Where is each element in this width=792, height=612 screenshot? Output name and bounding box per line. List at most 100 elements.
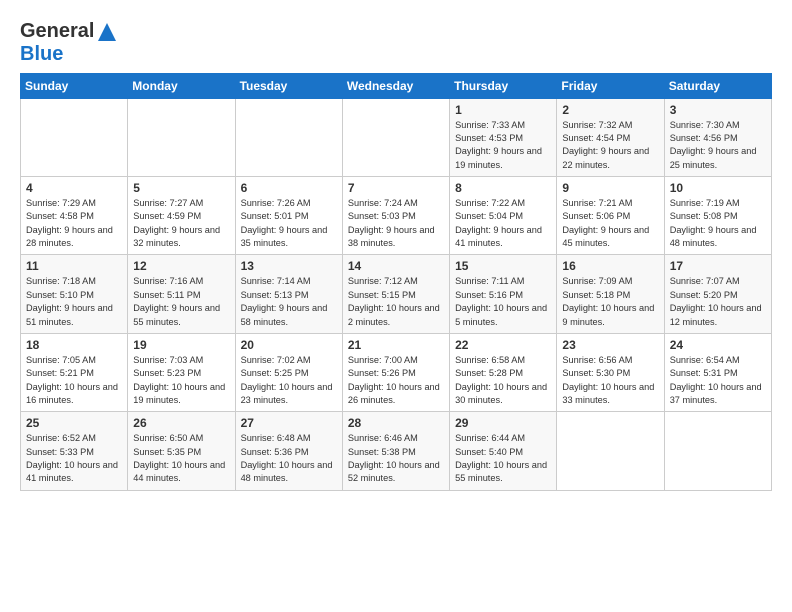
calendar-cell: 12 Sunrise: 7:16 AMSunset: 5:11 PMDayligh… [128,255,235,333]
calendar-cell: 9 Sunrise: 7:21 AMSunset: 5:06 PMDaylight… [557,177,664,255]
day-info: Sunrise: 6:56 AMSunset: 5:30 PMDaylight:… [562,354,658,407]
day-number: 17 [670,259,766,273]
day-number: 8 [455,181,551,195]
calendar-cell: 18 Sunrise: 7:05 AMSunset: 5:21 PMDayligh… [21,333,128,411]
calendar-cell: 23 Sunrise: 6:56 AMSunset: 5:30 PMDayligh… [557,333,664,411]
page: General Blue SundayMondayTuesdayWednesda… [0,0,792,501]
day-number: 15 [455,259,551,273]
calendar-cell [21,98,128,176]
calendar-cell: 8 Sunrise: 7:22 AMSunset: 5:04 PMDaylight… [450,177,557,255]
day-info: Sunrise: 7:14 AMSunset: 5:13 PMDaylight:… [241,275,337,328]
calendar-cell: 16 Sunrise: 7:09 AMSunset: 5:18 PMDayligh… [557,255,664,333]
week-row-1: 4Sunrise: 7:29 AMSunset: 4:58 PMDaylight… [21,177,772,255]
day-info: Sunrise: 7:05 AMSunset: 5:21 PMDaylight:… [26,354,122,407]
calendar-cell: 13 Sunrise: 7:14 AMSunset: 5:13 PMDayligh… [235,255,342,333]
day-number: 22 [455,338,551,352]
day-number: 18 [26,338,122,352]
calendar-cell: 22 Sunrise: 6:58 AMSunset: 5:28 PMDayligh… [450,333,557,411]
col-header-friday: Friday [557,73,664,98]
header-row: SundayMondayTuesdayWednesdayThursdayFrid… [21,73,772,98]
day-info: Sunrise: 7:19 AMSunset: 5:08 PMDaylight:… [670,197,766,250]
day-number: 11 [26,259,122,273]
day-info: Sunrise: 7:33 AMSunset: 4:53 PMDaylight:… [455,119,551,172]
day-info: Sunrise: 7:00 AMSunset: 5:26 PMDaylight:… [348,354,444,407]
calendar-cell: 21 Sunrise: 7:00 AMSunset: 5:26 PMDayligh… [342,333,449,411]
calendar-cell: 28 Sunrise: 6:46 AMSunset: 5:38 PMDayligh… [342,412,449,490]
day-number: 14 [348,259,444,273]
day-number: 28 [348,416,444,430]
calendar-cell: 26 Sunrise: 6:50 AMSunset: 5:35 PMDayligh… [128,412,235,490]
logo-line2: Blue [20,43,118,65]
day-number: 12 [133,259,229,273]
calendar-table: SundayMondayTuesdayWednesdayThursdayFrid… [20,73,772,491]
week-row-4: 25 Sunrise: 6:52 AMSunset: 5:33 PMDayligh… [21,412,772,490]
day-info: Sunrise: 7:09 AMSunset: 5:18 PMDaylight:… [562,275,658,328]
day-info: Sunrise: 7:12 AMSunset: 5:15 PMDaylight:… [348,275,444,328]
day-info: Sunrise: 6:48 AMSunset: 5:36 PMDaylight:… [241,432,337,485]
header: General Blue [20,16,772,65]
day-info: Sunrise: 7:07 AMSunset: 5:20 PMDaylight:… [670,275,766,328]
calendar-cell: 1 Sunrise: 7:33 AMSunset: 4:53 PMDaylight… [450,98,557,176]
calendar-cell: 29Sunrise: 6:44 AMSunset: 5:40 PMDayligh… [450,412,557,490]
calendar-cell: 11 Sunrise: 7:18 AMSunset: 5:10 PMDayligh… [21,255,128,333]
day-info: Sunrise: 7:18 AMSunset: 5:10 PMDaylight:… [26,275,122,328]
day-number: 1 [455,103,551,117]
day-number: 29 [455,416,551,430]
day-info: Sunrise: 7:22 AMSunset: 5:04 PMDaylight:… [455,197,551,250]
day-number: 7 [348,181,444,195]
calendar-cell: 15 Sunrise: 7:11 AMSunset: 5:16 PMDayligh… [450,255,557,333]
day-number: 3 [670,103,766,117]
day-number: 9 [562,181,658,195]
day-number: 16 [562,259,658,273]
calendar-cell [128,98,235,176]
day-number: 26 [133,416,229,430]
day-number: 27 [241,416,337,430]
day-info: Sunrise: 6:46 AMSunset: 5:38 PMDaylight:… [348,432,444,485]
day-number: 13 [241,259,337,273]
col-header-saturday: Saturday [664,73,771,98]
day-info: Sunrise: 7:02 AMSunset: 5:25 PMDaylight:… [241,354,337,407]
day-info: Sunrise: 6:54 AMSunset: 5:31 PMDaylight:… [670,354,766,407]
day-number: 20 [241,338,337,352]
col-header-monday: Monday [128,73,235,98]
day-info: Sunrise: 7:21 AMSunset: 5:06 PMDaylight:… [562,197,658,250]
calendar-cell: 20 Sunrise: 7:02 AMSunset: 5:25 PMDayligh… [235,333,342,411]
day-info: Sunrise: 7:03 AMSunset: 5:23 PMDaylight:… [133,354,229,407]
col-header-wednesday: Wednesday [342,73,449,98]
day-info: Sunrise: 7:11 AMSunset: 5:16 PMDaylight:… [455,275,551,328]
day-number: 23 [562,338,658,352]
calendar-cell [235,98,342,176]
day-info: Sunrise: 7:16 AMSunset: 5:11 PMDaylight:… [133,275,229,328]
day-number: 6 [241,181,337,195]
day-number: 24 [670,338,766,352]
day-info: Sunrise: 7:29 AMSunset: 4:58 PMDaylight:… [26,197,122,250]
day-number: 10 [670,181,766,195]
day-number: 21 [348,338,444,352]
day-number: 2 [562,103,658,117]
calendar-cell: 2Sunrise: 7:32 AMSunset: 4:54 PMDaylight… [557,98,664,176]
calendar-cell: 25 Sunrise: 6:52 AMSunset: 5:33 PMDayligh… [21,412,128,490]
calendar-cell: 7Sunrise: 7:24 AMSunset: 5:03 PMDaylight… [342,177,449,255]
week-row-0: 1 Sunrise: 7:33 AMSunset: 4:53 PMDaylight… [21,98,772,176]
calendar-cell: 24 Sunrise: 6:54 AMSunset: 5:31 PMDayligh… [664,333,771,411]
calendar-cell [342,98,449,176]
calendar-cell: 10 Sunrise: 7:19 AMSunset: 5:08 PMDayligh… [664,177,771,255]
day-info: Sunrise: 6:52 AMSunset: 5:33 PMDaylight:… [26,432,122,485]
col-header-sunday: Sunday [21,73,128,98]
week-row-2: 11 Sunrise: 7:18 AMSunset: 5:10 PMDayligh… [21,255,772,333]
calendar-cell [664,412,771,490]
col-header-tuesday: Tuesday [235,73,342,98]
day-number: 25 [26,416,122,430]
day-number: 19 [133,338,229,352]
day-info: Sunrise: 7:27 AMSunset: 4:59 PMDaylight:… [133,197,229,250]
day-info: Sunrise: 7:30 AMSunset: 4:56 PMDaylight:… [670,119,766,172]
calendar-cell: 6 Sunrise: 7:26 AMSunset: 5:01 PMDaylight… [235,177,342,255]
day-info: Sunrise: 6:50 AMSunset: 5:35 PMDaylight:… [133,432,229,485]
calendar-cell: 19 Sunrise: 7:03 AMSunset: 5:23 PMDayligh… [128,333,235,411]
col-header-thursday: Thursday [450,73,557,98]
calendar-cell: 5Sunrise: 7:27 AMSunset: 4:59 PMDaylight… [128,177,235,255]
day-info: Sunrise: 6:58 AMSunset: 5:28 PMDaylight:… [455,354,551,407]
calendar-cell: 17 Sunrise: 7:07 AMSunset: 5:20 PMDayligh… [664,255,771,333]
day-info: Sunrise: 7:26 AMSunset: 5:01 PMDaylight:… [241,197,337,250]
calendar-cell: 4Sunrise: 7:29 AMSunset: 4:58 PMDaylight… [21,177,128,255]
